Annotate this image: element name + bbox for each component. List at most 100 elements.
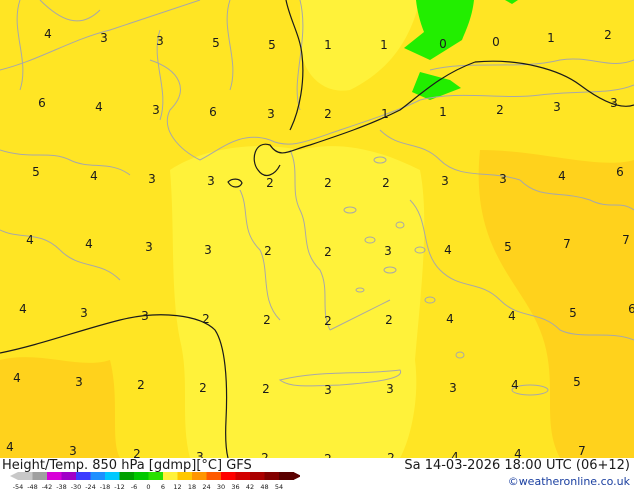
map-value-label: 4 (19, 302, 27, 316)
color-scale-segment (119, 472, 135, 480)
color-scale-segment (90, 472, 106, 480)
map-value-label: 0 (492, 35, 500, 49)
color-scale-tick-label: -38 (56, 483, 67, 490)
map-datetime: Sa 14-03-2026 18:00 UTC (06+12) (404, 458, 630, 473)
map-value-label: 4 (13, 371, 21, 385)
map-value-label: 2 (266, 176, 274, 190)
map-value-label: 4 (26, 233, 34, 247)
map-value-label: 4 (95, 100, 103, 114)
map-value-label: 3 (204, 243, 212, 257)
color-scale-tick-label: -6 (131, 483, 137, 490)
map-value-label: 2 (264, 244, 272, 258)
map-value-label: 1 (547, 31, 555, 45)
color-scale-tick-label: -54 (13, 483, 24, 490)
color-scale-segment (206, 472, 222, 480)
color-scale-segment (279, 472, 294, 480)
map-value-label: 1 (380, 38, 388, 52)
map-value-label: 4 (90, 169, 98, 183)
map-value-label: 2 (496, 103, 504, 117)
map-value-label: 1 (324, 38, 332, 52)
color-scale-tick-label: 18 (188, 483, 196, 490)
color-scale-tick-label: -48 (27, 483, 38, 490)
color-scale: -54 -48 -42 -38 -30 -24 -18 -12 -6 0 6 12 18 24 30 36 42… (10, 472, 300, 490)
map-value-label: 4 (44, 27, 52, 41)
color-scale-segment (250, 472, 265, 480)
color-scale-segment (221, 472, 236, 480)
color-scale-tick-label: 12 (173, 483, 181, 490)
color-scale-segment (134, 472, 149, 480)
map-value-label: 7 (563, 237, 571, 251)
map-value-label: 2 (387, 451, 395, 458)
map-value-label: 5 (504, 240, 512, 254)
map-value-label: 2 (199, 381, 207, 395)
weather-map: 4 3 3 5 5 1 1 0 0 1 2 6 4 3 6 3 2 1 1 2 3 3 5 4 3 3 2 2 2 3 3 4 6 4 4 3 3 2 2 3… (0, 0, 634, 458)
map-value-label: 7 (622, 233, 630, 247)
map-value-label: 1 (439, 105, 447, 119)
color-scale-segment (177, 472, 193, 480)
color-scale-arrow-right (293, 472, 300, 480)
color-scale-tick-label: 48 (260, 483, 268, 490)
map-value-label: 5 (268, 38, 276, 52)
map-value-label: 5 (569, 306, 577, 320)
map-value-label: 3 (207, 174, 215, 188)
map-value-label: 3 (386, 382, 394, 396)
map-value-label: 3 (441, 174, 449, 188)
map-value-label: 4 (451, 450, 459, 458)
map-value-label: 2 (137, 378, 145, 392)
map-value-label: 4 (6, 440, 14, 454)
map-value-label: 2 (262, 382, 270, 396)
color-scale-tick-label: -18 (100, 483, 111, 490)
map-value-label: 2 (263, 313, 271, 327)
color-scale-segment (18, 472, 33, 480)
color-scale-tick-label: 42 (246, 483, 254, 490)
map-value-label: 3 (145, 240, 153, 254)
color-scale-tick-label: -30 (71, 483, 82, 490)
map-value-label: 4 (444, 243, 452, 257)
color-scale-tick-label: 6 (161, 483, 165, 490)
map-value-label: 5 (212, 36, 220, 50)
map-value-label: 5 (32, 165, 40, 179)
map-value-label: 3 (80, 306, 88, 320)
map-value-label: 4 (446, 312, 454, 326)
map-value-label: 3 (141, 309, 149, 323)
color-scale-arrow-left (10, 472, 18, 480)
map-value-label: 0 (439, 37, 447, 51)
color-scale-segment (148, 472, 164, 480)
map-value-label: 2 (382, 176, 390, 190)
map-value-label: 5 (573, 375, 581, 389)
map-value-label: 2 (202, 312, 210, 326)
map-value-label: 4 (85, 237, 93, 251)
map-value-label: 2 (385, 313, 393, 327)
map-value-label: 2 (261, 451, 269, 458)
footer-bar: Height/Temp. 850 hPa [gdmp][°C] GFS Sa 1… (0, 458, 634, 490)
color-scale-segment (192, 472, 207, 480)
color-scale-tick-label: -12 (114, 483, 125, 490)
map-value-label: 3 (384, 244, 392, 258)
map-value-label: 2 (324, 107, 332, 121)
map-value-label: 6 (616, 165, 624, 179)
color-scale-segment (235, 472, 251, 480)
map-value-label: 3 (156, 34, 164, 48)
map-value-label: 3 (610, 96, 618, 110)
map-value-label: 2 (324, 314, 332, 328)
map-value-label: 3 (69, 444, 77, 458)
map-value-label: 3 (196, 450, 204, 458)
map-value-label: 3 (267, 107, 275, 121)
color-scale-tick-label: 54 (275, 483, 283, 490)
map-value-label: 2 (133, 447, 141, 458)
map-value-label: 2 (324, 245, 332, 259)
map-value-label: 4 (558, 169, 566, 183)
color-scale-tick-label: -42 (42, 483, 53, 490)
map-value-label: 3 (75, 375, 83, 389)
color-scale-tick-label: 30 (217, 483, 225, 490)
credit-link[interactable]: ©weatheronline.co.uk (508, 475, 630, 488)
map-canvas: 4 3 3 5 5 1 1 0 0 1 2 6 4 3 6 3 2 1 1 2 3 3 5 4 3 3 2 2 2 3 3 4 6 4 4 3 3 2 2 3… (0, 0, 634, 458)
map-value-label: 6 (628, 302, 634, 316)
color-scale-segment (163, 472, 178, 480)
color-scale-segment (76, 472, 91, 480)
map-value-label: 3 (449, 381, 457, 395)
color-scale-tick-label: 24 (202, 483, 210, 490)
map-value-label: 3 (100, 31, 108, 45)
map-value-label: 6 (38, 96, 46, 110)
color-scale-segment (105, 472, 120, 480)
